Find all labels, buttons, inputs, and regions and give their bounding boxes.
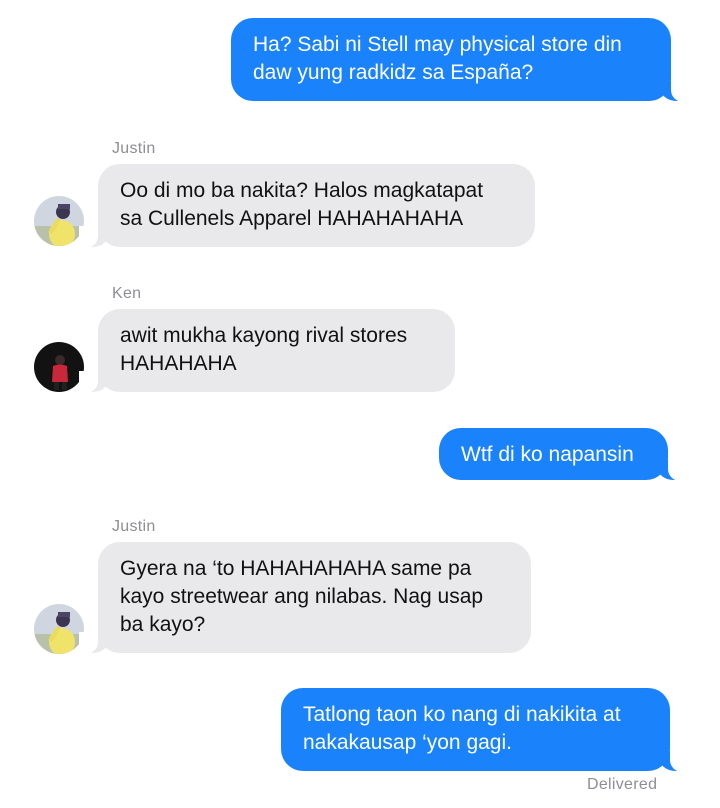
message-bubble-incoming[interactable]: Oo di mo ba nakita? Halos magkatapat sa …: [79, 164, 535, 248]
message-thread: Ha? Sabi ni Stell may physical store din…: [0, 0, 720, 808]
ken-avatar[interactable]: [34, 342, 84, 392]
message-bubble-incoming[interactable]: awit mukha kayong rival stores HAHAHAHA: [79, 309, 455, 393]
message-bubble-outgoing[interactable]: Ha? Sabi ni Stell may physical store din…: [231, 18, 690, 102]
delivery-status: Delivered: [587, 776, 658, 793]
message-bubble-incoming[interactable]: Gyera na ‘to HAHAHAHAHA same pa kayo str…: [79, 542, 531, 654]
message-bubble-outgoing[interactable]: Wtf di ko napansin: [439, 428, 687, 481]
sender-name: Ken: [112, 285, 142, 302]
justin-avatar[interactable]: [34, 604, 84, 654]
sender-name: Justin: [112, 518, 156, 535]
sender-name: Justin: [112, 140, 156, 157]
justin-avatar[interactable]: [34, 196, 84, 246]
message-bubble-outgoing[interactable]: Tatlong taon ko nang di nakikita at naka…: [281, 688, 689, 772]
